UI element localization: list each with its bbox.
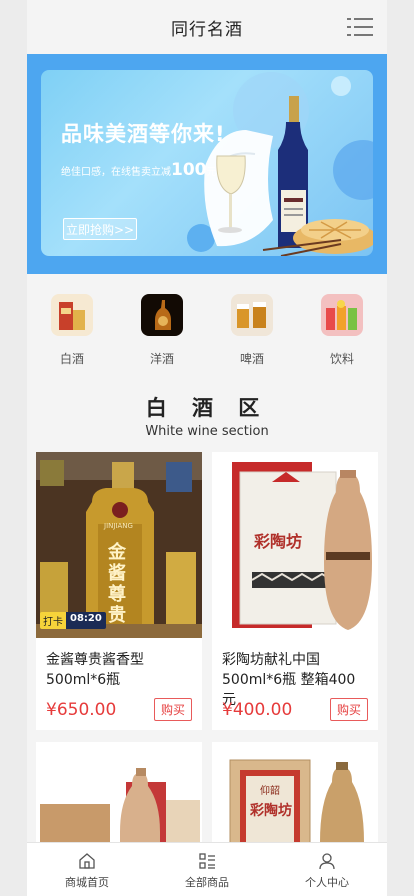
banner-subtitle-amount: 100 (171, 160, 207, 180)
bottom-tabbar: 商城首页 全部商品 个人中心 (27, 842, 387, 896)
product-footer: ¥400.00 购买 (212, 690, 378, 721)
brand-text: JINJIANG (104, 522, 133, 530)
category-label: 洋酒 (149, 352, 174, 366)
product-footer: ¥650.00 购买 (36, 690, 202, 721)
product-card[interactable]: JINJIANG 金酱尊贵 打卡 08:20 金酱尊贵酱香型500ml*6瓶 ¥… (36, 452, 202, 730)
badge-label: 打卡 (40, 612, 66, 629)
menu-icon[interactable] (347, 18, 373, 36)
section-subtitle: White wine section (145, 424, 269, 439)
buy-now-button[interactable]: 立即抢购>> (63, 218, 137, 240)
top-header: 同行名酒 (27, 0, 387, 54)
category-label: 饮料 (329, 352, 354, 366)
buy-button[interactable]: 购买 (329, 698, 368, 721)
banner-subtitle-suffix: 元 (206, 167, 217, 178)
page-title: 同行名酒 (171, 19, 243, 40)
product-name: 金酱尊贵酱香型500ml*6瓶 (46, 652, 144, 688)
user-icon (319, 853, 335, 870)
tab-label: 商城首页 (65, 876, 109, 889)
category-label: 啤酒 (239, 352, 264, 366)
badge-time: 08:20 (66, 612, 106, 629)
banner-subtitle-prefix: 绝佳口感，在线售卖立减 (61, 167, 171, 178)
category-label: 白酒 (59, 352, 84, 366)
banner-headline: 品味美酒等你来! (61, 122, 226, 146)
banner-subtitle: 绝佳口感，在线售卖立减100元 (61, 160, 217, 180)
product-image: JINJIANG 金酱尊贵 打卡 08:20 (36, 452, 202, 638)
product-name: 彩陶坊献礼中国500ml*6瓶 整箱400元 (222, 652, 356, 708)
yangjiu-image (141, 294, 183, 336)
bottle-text: 金酱尊贵 (108, 542, 126, 626)
promo-banner[interactable]: 品味美酒等你来! 绝佳口感，在线售卖立减100元 立即抢购>> (41, 70, 373, 256)
checkin-badge: 打卡 08:20 (40, 612, 106, 629)
product-image: 彩陶坊 (212, 452, 378, 638)
category-yinliao[interactable]: 饮料 (297, 288, 387, 378)
category-yangjiu[interactable]: 洋酒 (117, 288, 207, 378)
pijiu-image (231, 294, 273, 336)
product-price: ¥400.00 (222, 699, 293, 720)
bottle-text: 彩陶坊 (254, 532, 303, 551)
bottle-text: 彩陶坊 (250, 803, 292, 819)
home-icon (79, 853, 95, 869)
tab-home[interactable]: 商城首页 (27, 843, 147, 896)
tab-label: 全部商品 (185, 876, 229, 889)
product-price: ¥650.00 (46, 699, 117, 720)
grid-list-icon (199, 853, 215, 869)
app-page: 同行名酒 品味美酒等你来! 绝佳口感，在线售卖立减100元 立即抢购>> 白酒 … (27, 0, 387, 896)
tab-label: 个人中心 (305, 876, 349, 889)
tab-profile[interactable]: 个人中心 (267, 843, 387, 896)
banner-area: 品味美酒等你来! 绝佳口感，在线售卖立减100元 立即抢购>> (27, 54, 387, 274)
baijiu-image (51, 294, 93, 336)
product-card[interactable]: 彩陶坊 彩陶坊献礼中国500ml*6瓶 整箱400元 ¥400.00 购买 (212, 452, 378, 730)
yinliao-image (321, 294, 363, 336)
buy-button[interactable]: 购买 (153, 698, 192, 721)
tab-all-products[interactable]: 全部商品 (147, 843, 267, 896)
brand-text: 仰韶 (260, 786, 280, 797)
section-title: 白 酒 区 (145, 396, 269, 420)
category-baijiu[interactable]: 白酒 (27, 288, 117, 378)
category-pijiu[interactable]: 啤酒 (207, 288, 297, 378)
category-row: 白酒 洋酒 啤酒 饮料 (27, 288, 387, 378)
